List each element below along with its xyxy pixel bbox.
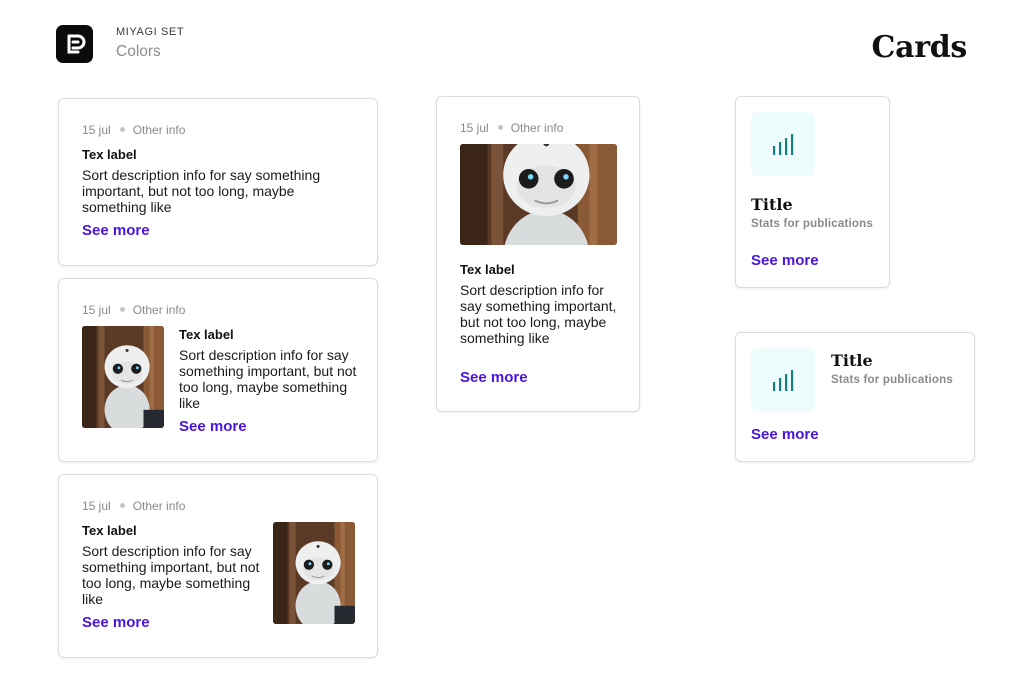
see-more-link[interactable]: See more (82, 614, 150, 631)
card-meta: 15 jul Other info (82, 499, 185, 513)
stats-card-vertical: Title Stats for publications See more (735, 96, 890, 288)
text-card: 15 jul Other info Tex label Sort descript… (58, 98, 378, 266)
stats-icon-box (751, 112, 815, 176)
card-description: Sort description info for say something … (460, 282, 617, 346)
card-meta: 15 jul Other info (82, 123, 185, 137)
card-label: Tex label (82, 147, 137, 162)
card-info: Other info (132, 303, 186, 317)
card-description: Sort description info for say something … (82, 167, 321, 215)
stats-subtitle: Stats for publications (831, 374, 953, 386)
stats-subtitle: Stats for publications (751, 218, 873, 230)
see-more-link[interactable]: See more (751, 426, 819, 443)
card-description: Sort description info for say something … (82, 543, 260, 607)
stats-title: Title (831, 351, 873, 370)
page-title: Cards (871, 30, 968, 65)
see-more-link[interactable]: See more (460, 369, 528, 386)
section-name: Colors (116, 43, 161, 60)
brand-name: MIYAGI SET (116, 26, 185, 38)
card-date: 15 jul (82, 303, 111, 317)
card-meta: 15 jul Other info (82, 303, 185, 317)
image-right-card: 15 jul Other info Tex label Sort descript… (58, 474, 378, 658)
card-info: Other info (510, 121, 564, 135)
card-date: 15 jul (460, 121, 489, 135)
image-left-card: 15 jul Other info Tex label Sort descript… (58, 278, 378, 462)
robot-photo (273, 522, 355, 624)
card-info: Other info (132, 499, 186, 513)
stats-title: Title (751, 195, 793, 214)
signal-bars-icon (771, 132, 795, 156)
card-label: Tex label (460, 262, 515, 277)
robot-photo (460, 144, 617, 245)
card-label: Tex label (179, 327, 234, 342)
see-more-link[interactable]: See more (82, 222, 150, 239)
app-logo (56, 25, 93, 63)
card-date: 15 jul (82, 499, 111, 513)
image-top-card: 15 jul Other info Tex label Sort descript… (436, 96, 640, 412)
card-label: Tex label (82, 523, 137, 538)
robot-photo (82, 326, 164, 428)
stats-icon-box (751, 348, 815, 412)
card-info: Other info (132, 123, 186, 137)
separator-dot (497, 125, 503, 131)
card-description: Sort description info for say something … (179, 347, 357, 411)
card-meta: 15 jul Other info (460, 121, 563, 135)
see-more-link[interactable]: See more (751, 252, 819, 269)
separator-dot (119, 503, 125, 509)
logo-icon (67, 34, 85, 54)
card-date: 15 jul (82, 123, 111, 137)
separator-dot (119, 307, 125, 313)
separator-dot (119, 127, 125, 133)
see-more-link[interactable]: See more (179, 418, 247, 435)
signal-bars-icon (771, 368, 795, 392)
stats-card-horizontal: Title Stats for publications See more (735, 332, 975, 462)
